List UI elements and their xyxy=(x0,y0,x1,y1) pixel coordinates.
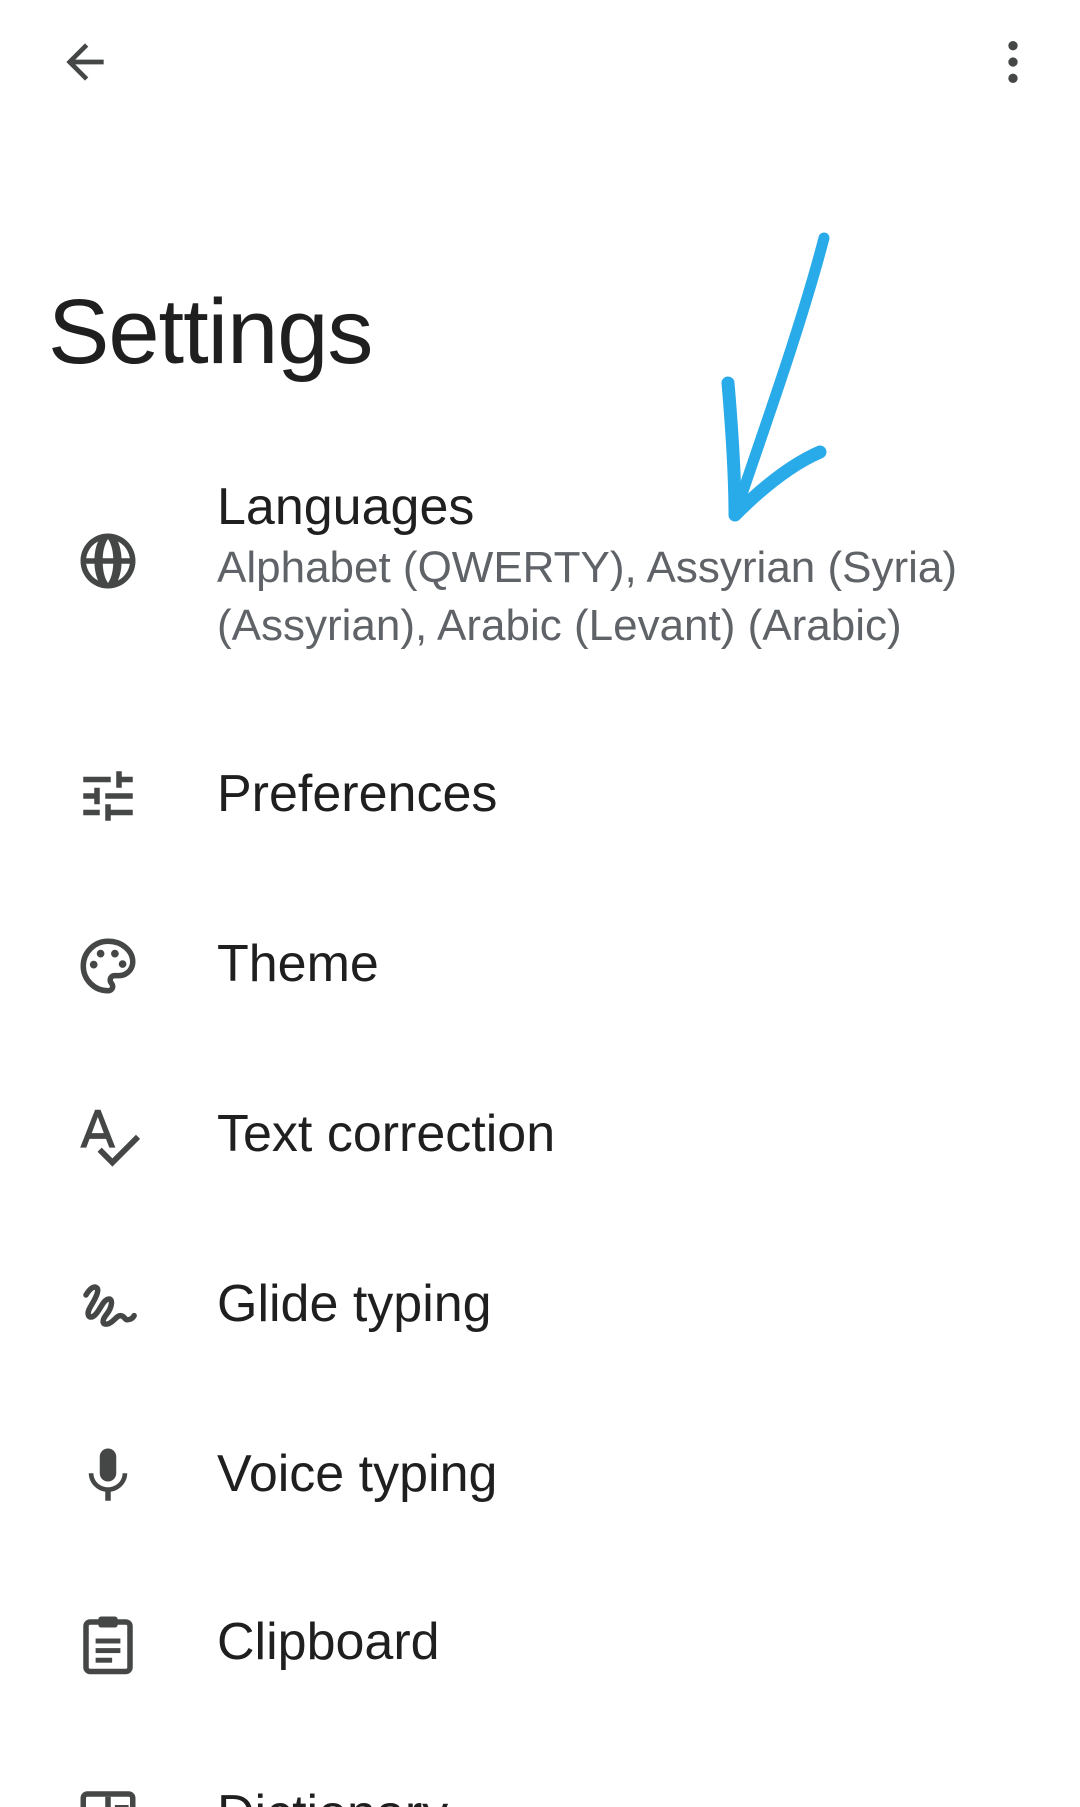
settings-item-glide-typing[interactable]: Glide typing xyxy=(0,1250,1080,1360)
more-options-button[interactable] xyxy=(973,22,1053,102)
dictionary-icon xyxy=(72,1780,144,1807)
globe-icon xyxy=(72,525,144,597)
settings-screen: Settings Languages Alphabet (QWERTY), As… xyxy=(0,0,1080,1807)
settings-item-label: Voice typing xyxy=(217,1445,498,1503)
back-arrow-icon xyxy=(66,43,104,81)
tune-icon xyxy=(72,760,144,832)
palette-icon xyxy=(72,930,144,1002)
settings-item-label: Clipboard xyxy=(217,1613,440,1671)
clipboard-icon xyxy=(72,1608,144,1680)
settings-item-preferences[interactable]: Preferences xyxy=(0,740,1080,850)
settings-item-voice-typing[interactable]: Voice typing xyxy=(0,1420,1080,1530)
page-title: Settings xyxy=(48,281,373,383)
back-button[interactable] xyxy=(45,22,125,102)
settings-item-text-correction[interactable]: Text correction xyxy=(0,1080,1080,1190)
settings-item-summary: Alphabet (QWERTY), Assyrian (Syria) (Ass… xyxy=(217,543,958,650)
settings-item-clipboard[interactable]: Clipboard xyxy=(0,1588,1080,1698)
settings-item-label: Glide typing xyxy=(217,1275,492,1333)
spellcheck-icon xyxy=(72,1100,144,1172)
settings-item-label: Text correction xyxy=(217,1105,556,1163)
settings-item-label: Dictionary xyxy=(217,1782,1020,1807)
settings-item-theme[interactable]: Theme xyxy=(0,910,1080,1020)
microphone-icon xyxy=(72,1440,144,1512)
settings-item-dictionary[interactable]: Dictionary xyxy=(0,1760,1080,1807)
top-app-bar xyxy=(0,0,1080,110)
settings-item-label: Languages xyxy=(217,478,475,536)
more-vert-icon xyxy=(1008,41,1018,83)
settings-item-label: Theme xyxy=(217,935,379,993)
settings-item-label: Preferences xyxy=(217,765,498,823)
settings-item-languages[interactable]: Languages Alphabet (QWERTY), Assyrian (S… xyxy=(0,465,1080,665)
gesture-icon xyxy=(72,1270,144,1342)
